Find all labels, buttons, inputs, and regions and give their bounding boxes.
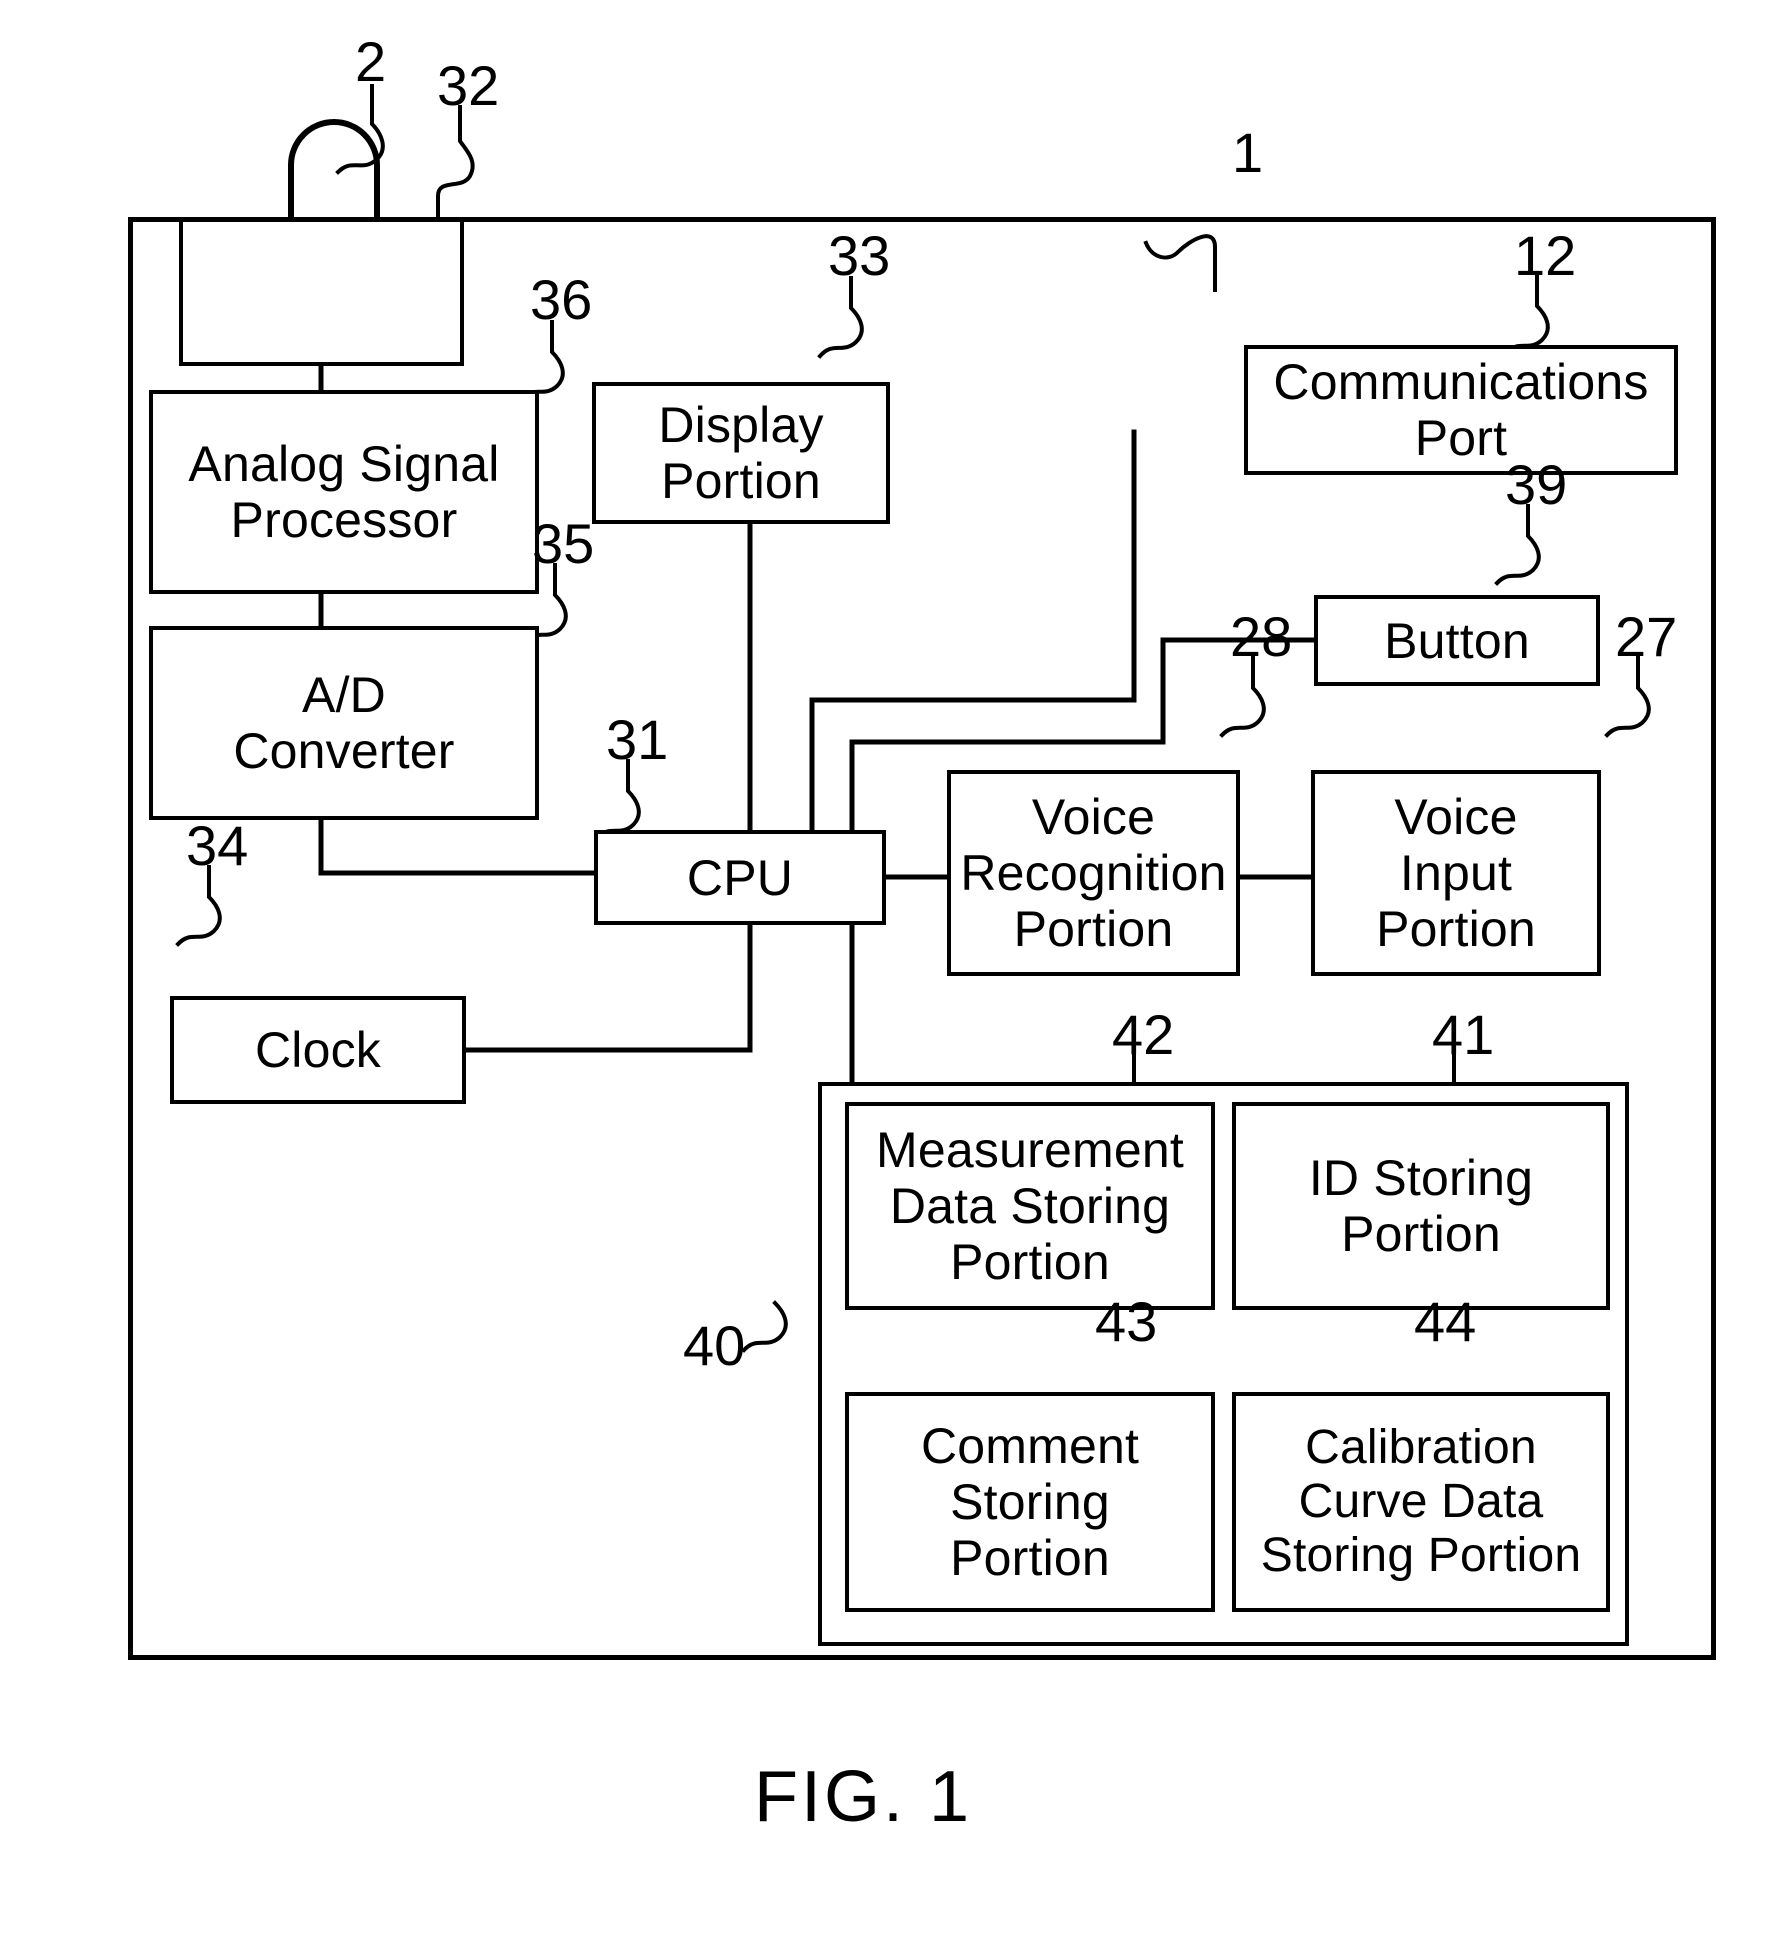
ref-numeral-44: 44: [1414, 1290, 1477, 1353]
display-portion-block: Display Portion: [592, 382, 890, 524]
voice-recognition-portion-block: Voice Recognition Portion: [947, 770, 1240, 976]
ref-numeral-41: 41: [1432, 1003, 1495, 1066]
analog-signal-processor-block: Analog Signal Processor: [149, 390, 539, 594]
ref-numeral-42: 42: [1112, 1003, 1175, 1066]
ref-numeral-36: 36: [530, 268, 593, 331]
calibration-curve-data-storing-portion-block: Calibration Curve Data Storing Portion: [1232, 1392, 1610, 1612]
communications-port-block: Communications Port: [1244, 345, 1678, 475]
ref-numeral-31: 31: [606, 708, 669, 771]
ref-numeral-40: 40: [683, 1314, 746, 1377]
ref-numeral-43: 43: [1095, 1290, 1158, 1353]
ref-numeral-39: 39: [1505, 453, 1568, 516]
ref-numeral-32: 32: [437, 54, 500, 117]
button-block: Button: [1314, 595, 1600, 686]
voice-input-portion-block: Voice Input Portion: [1311, 770, 1601, 976]
ref-numeral-28: 28: [1230, 605, 1293, 668]
clock-block: Clock: [170, 996, 466, 1104]
cpu-block: CPU: [594, 830, 886, 925]
ref-numeral-27: 27: [1615, 605, 1678, 668]
sensor-housing-block: [179, 218, 464, 366]
measurement-data-storing-portion-block: Measurement Data Storing Portion: [845, 1102, 1215, 1310]
ref-numeral-34: 34: [186, 814, 249, 877]
id-storing-portion-block: ID Storing Portion: [1232, 1102, 1610, 1310]
figure-canvas: Analog Signal Processor A/D Converter Cl…: [0, 0, 1787, 1939]
ref-numeral-12: 12: [1514, 224, 1577, 287]
comment-storing-portion-block: Comment Storing Portion: [845, 1392, 1215, 1612]
figure-caption: FIG. 1: [754, 1757, 973, 1837]
ref-numeral-33: 33: [828, 224, 891, 287]
ref-numeral-2: 2: [355, 30, 387, 93]
ad-converter-block: A/D Converter: [149, 626, 539, 820]
ref-numeral-35: 35: [532, 512, 595, 575]
ref-numeral-1: 1: [1232, 121, 1264, 184]
